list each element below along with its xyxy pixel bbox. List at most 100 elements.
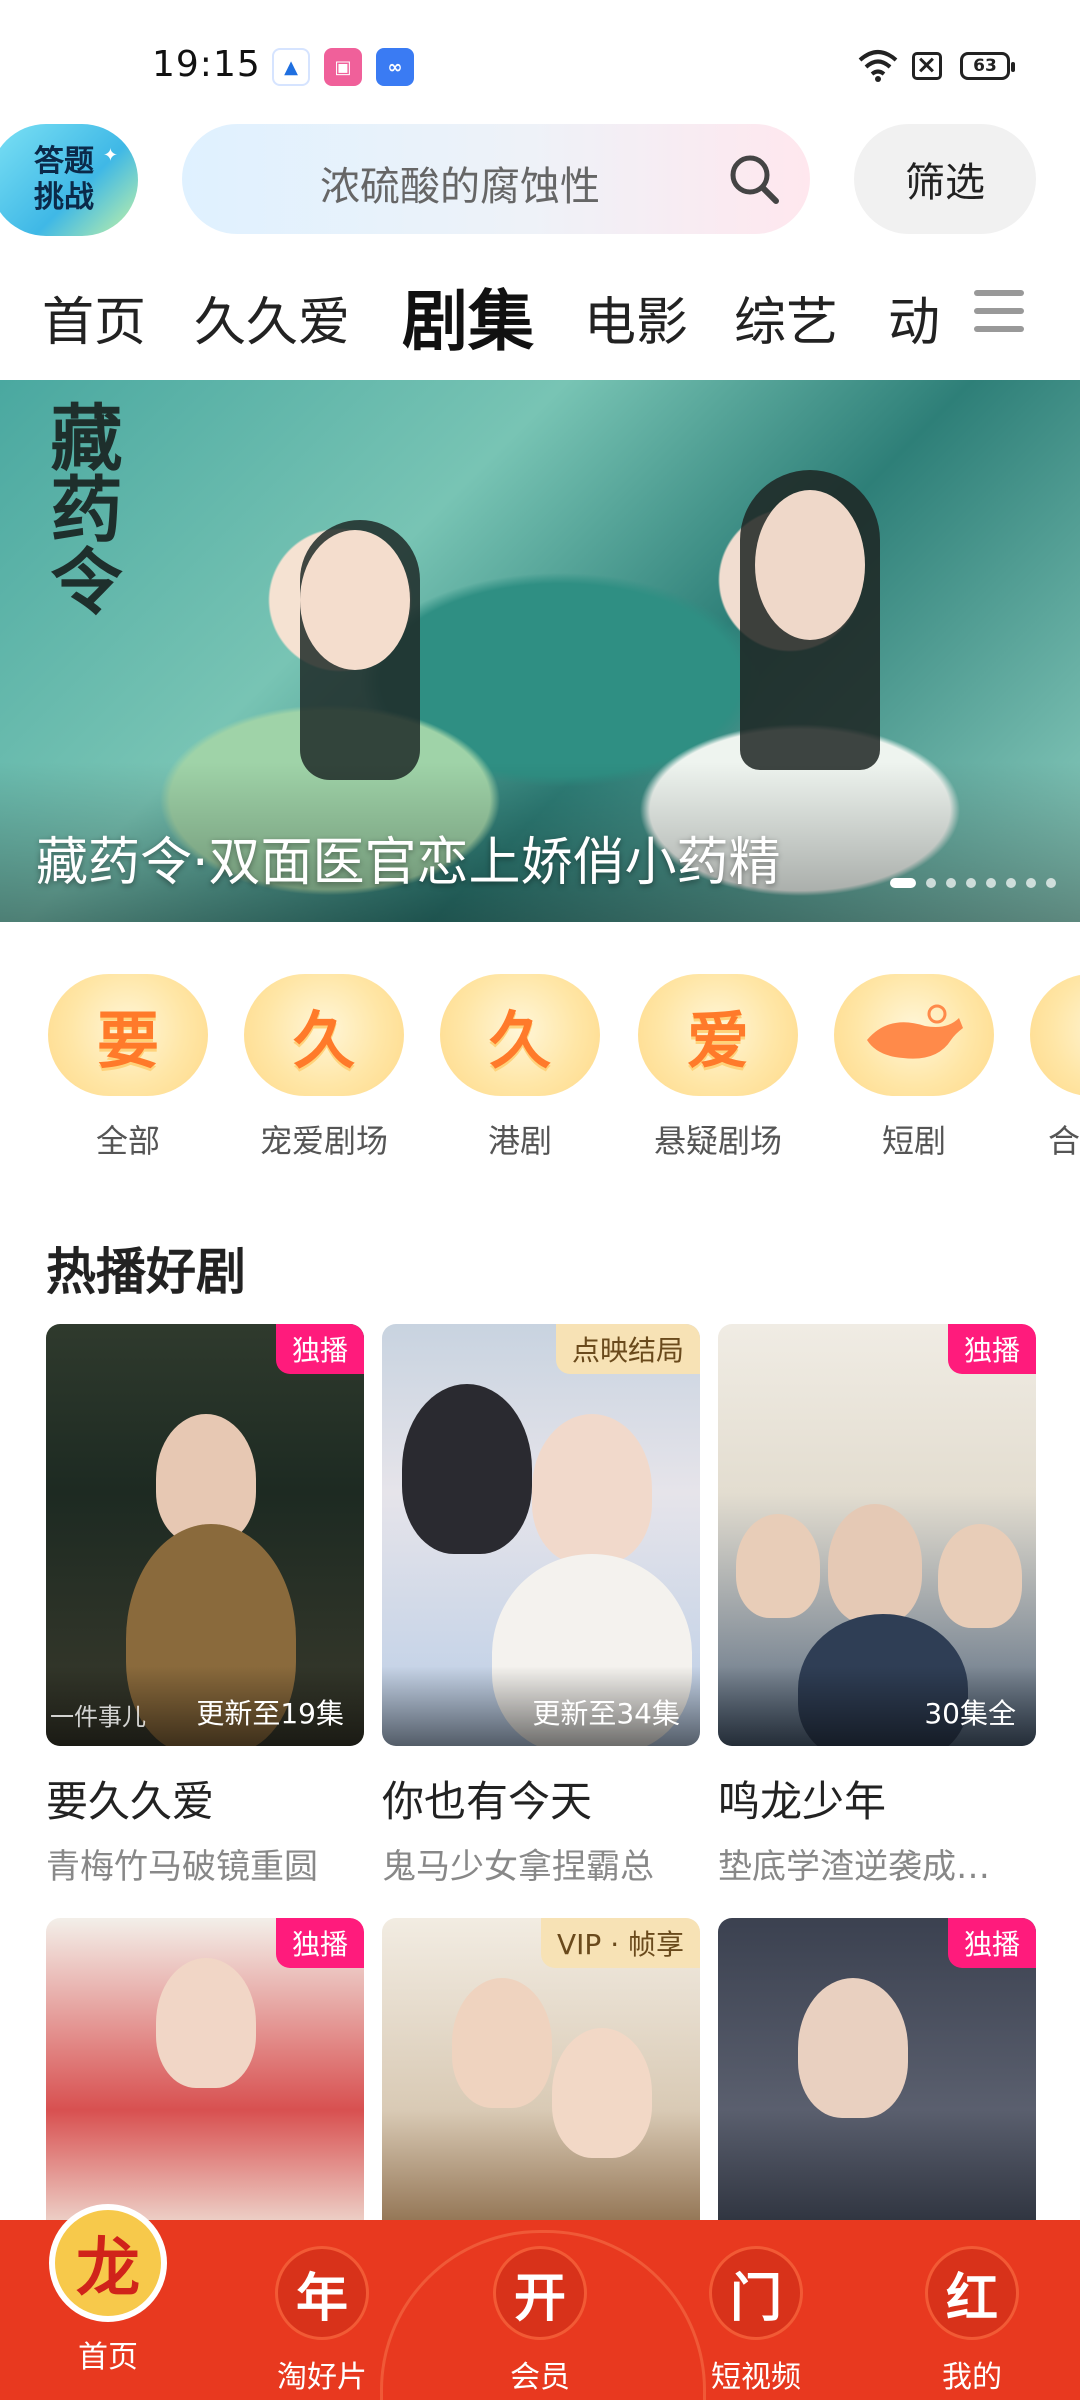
nav-discover[interactable]: 年 淘好片 [242, 2220, 402, 2400]
tab-jiujiuai[interactable]: 久久爱 [194, 280, 350, 355]
sim-icon [912, 52, 942, 80]
poster: 独播 [46, 1918, 364, 2238]
filter-button[interactable]: 筛选 [854, 124, 1036, 234]
exclusive-badge: 独播 [275, 1918, 364, 1968]
status-bar: 19:15 ▲ ▣ ∞ 63 [0, 0, 1080, 120]
category-label: 合 [1048, 1122, 1080, 1160]
tab-movies[interactable]: 电影 [584, 280, 688, 355]
category-all[interactable]: 要 全部 [48, 974, 208, 1174]
card-title: 鸣龙少年 [718, 1777, 887, 1826]
poster-figure [402, 1384, 532, 1554]
hero-banner[interactable]: 藏药令 藏药令·双面医官恋上娇俏小药精 [0, 380, 1080, 922]
card-subtitle: 鬼马少女拿捏霸总 [382, 1847, 654, 1887]
search-icon[interactable] [726, 151, 782, 207]
poster: 独播 30集全 [718, 1324, 1036, 1746]
notification-app-icon: ▲ [272, 48, 310, 86]
infinity-notification-icon: ∞ [376, 48, 414, 86]
category-tabs: 首页 久久爱 剧集 电影 综艺 动 [0, 262, 1080, 362]
dragon-icon: 龙 [49, 2204, 167, 2322]
nav-short-video[interactable]: 门 短视频 [676, 2220, 836, 2400]
pagination-dot [1026, 878, 1036, 888]
pagination-dot [946, 878, 956, 888]
category-hk-drama[interactable]: 久 港剧 [440, 974, 600, 1174]
poster-figure [938, 1524, 1022, 1628]
battery-icon: 63 [960, 52, 1015, 80]
wifi-icon [858, 50, 898, 82]
drama-card[interactable]: 点映结局 更新至34集 你也有今天 鬼马少女拿捏霸总 [382, 1324, 700, 1888]
drama-card[interactable]: VIP · 帧享 [382, 1918, 700, 2238]
category-more[interactable]: 合 [1030, 974, 1080, 1174]
hong-icon: 红 [925, 2246, 1019, 2340]
category-icon: 要 [48, 974, 208, 1096]
quiz-badge-line1: 答题 [34, 144, 94, 179]
quiz-badge-line2: 挑战 [34, 180, 94, 215]
poster-tag: 一件事儿 [50, 1703, 146, 1731]
pagination-dot [986, 878, 996, 888]
sparkle-icon: ✦ [102, 145, 118, 166]
pagination-dot [926, 878, 936, 888]
poster-figure [552, 2028, 652, 2158]
drama-card[interactable]: 独播 [46, 1918, 364, 2238]
exclusive-badge: 独播 [275, 1324, 364, 1374]
card-subtitle: 青梅竹马破镜重圆 [46, 1847, 318, 1887]
category-short-drama[interactable]: 短剧 [834, 974, 994, 1174]
nav-label: 我的 [942, 2360, 1002, 2395]
nian-icon: 年 [275, 2246, 369, 2340]
tab-variety[interactable]: 综艺 [734, 280, 838, 355]
nav-label: 会员 [510, 2360, 570, 2395]
poster: 独播 一件事儿 更新至19集 [46, 1324, 364, 1746]
vip-badge: VIP · 帧享 [541, 1918, 700, 1968]
drama-card[interactable]: 独播 一件事儿 更新至19集 要久久爱 青梅竹马破镜重圆 [46, 1324, 364, 1888]
tab-series[interactable]: 剧集 [402, 268, 534, 364]
episode-status: 30集全 [924, 1697, 1016, 1730]
poster-figure [798, 1978, 908, 2118]
category-icon: 爱 [638, 974, 798, 1096]
banner-pagination [890, 878, 1056, 888]
category-icon [1030, 974, 1080, 1096]
whale-icon [834, 974, 994, 1096]
search-input[interactable]: 浓硫酸的腐蚀性 [182, 124, 810, 234]
tab-anime[interactable]: 动 [888, 280, 940, 355]
drama-card[interactable]: 独播 30集全 鸣龙少年 垫底学渣逆袭成… [718, 1324, 1036, 1888]
drama-card[interactable]: 独播 [718, 1918, 1036, 2238]
card-title: 你也有今天 [382, 1777, 593, 1826]
episode-status: 更新至19集 [196, 1697, 344, 1730]
poster: 独播 [718, 1918, 1036, 2238]
poster: VIP · 帧享 [382, 1918, 700, 2238]
pagination-dot [966, 878, 976, 888]
category-row: 要 全部 久 宠爱剧场 久 港剧 爱 悬疑剧场 短剧 合 [0, 974, 1080, 1174]
nav-vip[interactable]: 开 会员 [460, 2220, 620, 2400]
whale-icon [867, 1004, 963, 1059]
exclusive-badge: 独播 [947, 1918, 1036, 1968]
card-subtitle: 垫底学渣逆袭成… [718, 1847, 990, 1887]
category-pet-theater[interactable]: 久 宠爱剧场 [244, 974, 404, 1174]
nav-profile[interactable]: 红 我的 [892, 2220, 1052, 2400]
pagination-dot [1046, 878, 1056, 888]
poster-figure [532, 1414, 652, 1564]
bottom-nav: 龙 首页 年 淘好片 开 会员 门 短视频 红 我的 [0, 2204, 1080, 2400]
exclusive-badge: 独播 [947, 1324, 1036, 1374]
search-placeholder: 浓硫酸的腐蚀性 [320, 164, 600, 210]
poster: 点映结局 更新至34集 [382, 1324, 700, 1746]
menu-icon[interactable] [974, 290, 1024, 338]
nav-home[interactable]: 龙 首页 [28, 2204, 188, 2400]
category-suspense-theater[interactable]: 爱 悬疑剧场 [638, 974, 798, 1174]
pagination-dot [1006, 878, 1016, 888]
poster-figure [452, 1978, 552, 2108]
section-title: 热播好剧 [46, 1243, 246, 1301]
category-label: 悬疑剧场 [653, 1122, 782, 1160]
category-icon: 久 [440, 974, 600, 1096]
poster-figure [828, 1504, 922, 1624]
finale-badge: 点映结局 [555, 1324, 700, 1374]
poster-figure [156, 1958, 256, 2088]
card-title: 要久久爱 [46, 1777, 215, 1826]
episode-status: 更新至34集 [532, 1697, 680, 1730]
nav-label: 首页 [78, 2340, 138, 2375]
bilibili-notification-icon: ▣ [324, 48, 362, 86]
nav-label: 短视频 [711, 2360, 801, 2395]
kai-icon: 开 [493, 2246, 587, 2340]
tab-home[interactable]: 首页 [42, 280, 146, 355]
category-label: 宠爱剧场 [259, 1122, 388, 1160]
pagination-dot [890, 878, 916, 888]
quiz-challenge-badge[interactable]: ✦ 答题 挑战 [0, 124, 138, 236]
